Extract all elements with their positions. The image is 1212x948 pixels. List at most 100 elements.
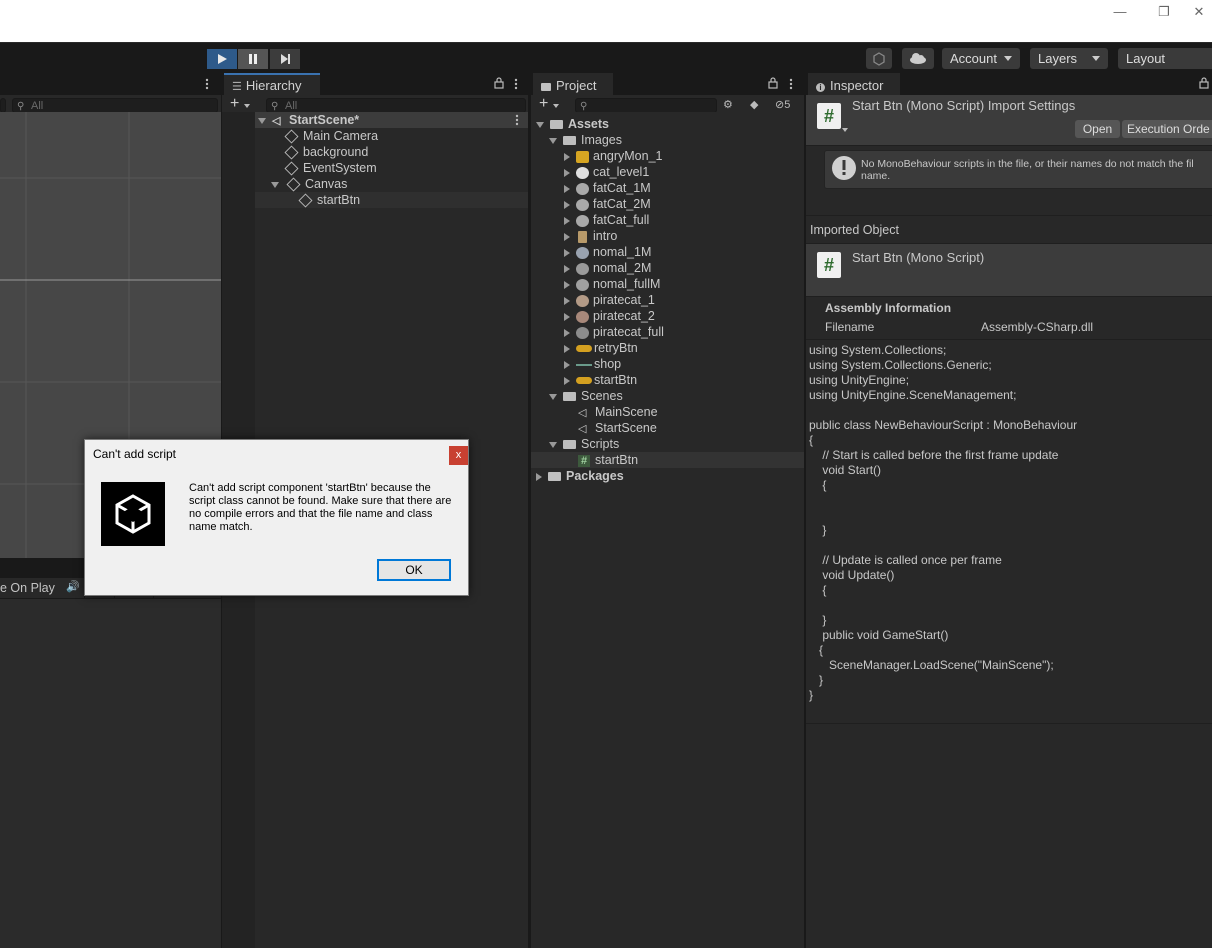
warning-text: No MonoBehaviour scripts in the file, or… (861, 158, 1194, 170)
tab-project[interactable]: Project (533, 73, 613, 95)
list-icon: ☰ (232, 81, 242, 93)
project-scene-item[interactable]: ◁ StartScene (578, 420, 657, 436)
minimize-button[interactable]: — (1097, 2, 1143, 22)
project-image-item[interactable]: nomal_fullM (564, 276, 660, 292)
expand-arrow-icon (536, 472, 542, 481)
chevron-down-icon (1092, 56, 1100, 61)
project-image-item[interactable]: fatCat_2M (564, 196, 651, 212)
hierarchy-search-placeholder: All (285, 100, 298, 112)
unity-scene-icon: ◁ (578, 406, 587, 419)
hierarchy-item[interactable]: EventSystem (283, 160, 377, 176)
layout-dropdown[interactable]: Layout (1118, 48, 1212, 69)
project-folder-scripts[interactable]: Scripts (549, 436, 619, 452)
project-folder-scenes[interactable]: Scenes (549, 388, 623, 404)
item-label: nomal_fullM (593, 277, 661, 291)
maximize-on-play-toggle[interactable]: e On Play (0, 581, 55, 595)
cloud-button[interactable] (902, 48, 934, 69)
more-icon[interactable] (202, 78, 212, 90)
chevron-down-icon[interactable] (842, 128, 848, 132)
open-button[interactable]: Open (1075, 120, 1120, 138)
imported-object-header: # Start Btn (Mono Script) (806, 244, 1212, 297)
scene-search-input[interactable]: ⚲ All (12, 98, 218, 113)
project-image-item[interactable]: piratecat_2 (564, 308, 655, 324)
unity-scene-icon: ◁ (578, 422, 587, 435)
project-image-item[interactable]: piratecat_full (564, 324, 664, 340)
account-dropdown[interactable]: Account (942, 48, 1020, 69)
tag-icon[interactable]: ◆ (750, 98, 758, 111)
selected-row-highlight (255, 192, 528, 208)
project-image-item[interactable]: fatCat_full (564, 212, 649, 228)
add-icon[interactable]: + (230, 95, 239, 113)
more-icon[interactable] (513, 114, 521, 126)
hierarchy-item[interactable]: background (283, 144, 368, 160)
chevron-down-icon[interactable] (244, 104, 250, 108)
filter-by-type-icon[interactable]: ⚙ (723, 98, 733, 111)
account-label: Account (950, 51, 997, 66)
project-image-item[interactable]: retryBtn (564, 340, 638, 356)
project-image-item[interactable]: shop (564, 356, 621, 372)
expand-arrow-icon (564, 248, 570, 257)
expand-arrow-icon (564, 360, 570, 369)
sprite-icon (576, 166, 589, 179)
ok-button[interactable]: OK (377, 559, 451, 581)
scene-tool-button[interactable] (0, 98, 6, 113)
hierarchy-item[interactable]: Canvas (271, 176, 347, 192)
folder-label: Images (581, 133, 622, 147)
project-search-input[interactable]: ⚲ (575, 98, 717, 113)
code-line: } (809, 688, 814, 702)
more-icon[interactable] (786, 78, 796, 90)
project-image-item[interactable]: nomal_1M (564, 244, 651, 260)
sprite-icon (576, 262, 589, 275)
tab-inspector[interactable]: i Inspector (808, 73, 900, 95)
hierarchy-item[interactable]: Main Camera (283, 128, 378, 144)
project-image-item[interactable]: startBtn (564, 372, 637, 388)
expand-arrow-icon (564, 296, 570, 305)
project-folder-assets[interactable]: Assets (536, 116, 609, 132)
hidden-packages-toggle[interactable]: ⊘5 (775, 98, 790, 111)
game-viewport[interactable] (0, 599, 221, 948)
code-line: } (809, 613, 827, 627)
layers-dropdown[interactable]: Layers (1030, 48, 1108, 69)
lock-icon[interactable] (768, 77, 778, 89)
unity-logo-icon (101, 482, 165, 546)
close-window-button[interactable]: ✕ (1186, 2, 1212, 22)
expand-arrow-icon (564, 232, 570, 241)
collab-button[interactable] (866, 48, 892, 69)
project-scene-item[interactable]: ◁ MainScene (578, 404, 658, 420)
project-image-item[interactable]: fatCat_1M (564, 180, 651, 196)
hierarchy-scene-row[interactable]: ◁ StartScene* (258, 112, 359, 128)
speaker-icon[interactable]: 🔊 (66, 580, 80, 593)
tab-hierarchy[interactable]: ☰ Hierarchy (224, 73, 320, 95)
code-line: // Update is called once per frame (809, 553, 1002, 567)
pause-button[interactable] (238, 49, 268, 69)
execution-order-button[interactable]: Execution Orde (1122, 120, 1212, 138)
project-image-item[interactable]: piratecat_1 (564, 292, 655, 308)
project-folder-images[interactable]: Images (549, 132, 622, 148)
project-image-item[interactable]: nomal_2M (564, 260, 651, 276)
chevron-down-icon[interactable] (553, 104, 559, 108)
item-label: Canvas (305, 177, 348, 191)
code-line: // Start is called before the first fram… (809, 448, 1059, 462)
more-icon[interactable] (511, 78, 521, 90)
lock-icon[interactable] (1199, 77, 1209, 89)
filename-label: Filename (825, 320, 875, 334)
project-image-item[interactable]: intro (564, 228, 617, 244)
expand-arrow-icon (564, 200, 570, 209)
play-button[interactable] (207, 49, 237, 69)
project-image-item[interactable]: angryMon_1 (564, 148, 663, 164)
hierarchy-item[interactable]: startBtn (297, 192, 360, 208)
scene-tabbar (0, 73, 221, 95)
expand-arrow-icon (549, 393, 557, 400)
inspector-title: Start Btn (Mono Script) Import Settings (852, 98, 1076, 113)
restore-button[interactable]: ❐ (1141, 2, 1187, 22)
hierarchy-search-input[interactable]: ⚲ All (266, 98, 526, 113)
item-label: intro (593, 229, 618, 243)
add-icon[interactable]: + (539, 95, 548, 113)
project-image-item[interactable]: cat_level1 (564, 164, 649, 180)
step-button[interactable] (270, 49, 300, 69)
eye-slash-icon: ⊘ (775, 99, 785, 111)
lock-icon[interactable] (494, 77, 504, 89)
project-folder-packages[interactable]: Packages (536, 468, 624, 484)
project-script-item[interactable]: # startBtn (578, 452, 638, 468)
dialog-close-button[interactable]: x (449, 446, 468, 465)
